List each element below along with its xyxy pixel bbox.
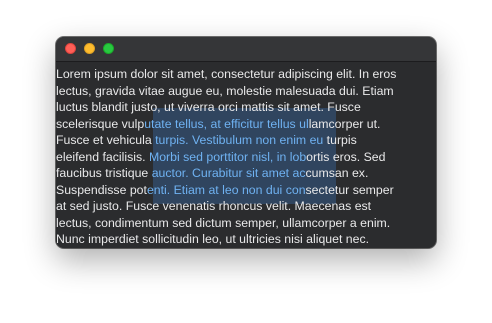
text-run: at sed justo. Fusce venenatis rhoncus ve…: [56, 199, 372, 213]
text-run: lectus, gravida vitae augue eu, molestie…: [56, 83, 394, 98]
text-run: lamcorper ut.: [308, 116, 381, 131]
text-line: Lorem ipsum dolor sit amet, consectetur …: [56, 66, 436, 83]
text-run: Nunc imperdiet sollicitudin leo, ut ultr…: [56, 232, 370, 246]
title-bar[interactable]: [56, 37, 436, 62]
text-run: sectetur semper: [305, 182, 394, 197]
selected-text: turpis. Vestibulum non enim eu: [155, 133, 324, 147]
text-line: at sed justo. Fusce venenatis rhoncus ve…: [56, 198, 436, 215]
text-run: scelerisque vulp: [56, 116, 145, 131]
text-line: lectus, gravida vitae augue eu, molestie…: [56, 83, 436, 100]
text-run: ortis eros. Sed: [306, 149, 386, 164]
text-line: Nunc imperdiet sollicitudin leo, ut ultr…: [56, 231, 436, 248]
text-run: turpis: [323, 133, 357, 147]
text-line: scelerisque vulputate tellus, at efficit…: [56, 116, 436, 133]
text-line: lectus, condimentum sed dictum semper, u…: [56, 215, 436, 232]
text-line: Fusce et vehicula turpis. Vestibulum non…: [56, 132, 436, 149]
selected-text: enti. Etiam at leo non dui con: [146, 182, 306, 197]
app-window: Lorem ipsum dolor sit amet, consectetur …: [56, 37, 436, 248]
minimize-button[interactable]: [84, 43, 95, 54]
maximize-button[interactable]: [103, 43, 114, 54]
text-run: cumsan ex.: [305, 166, 369, 180]
text-line: eleifend facilisis. Morbi sed porttitor …: [56, 149, 436, 166]
selected-text: auctor. Curabitur sit amet ac: [151, 166, 306, 180]
text-line: Suspendisse potenti. Etiam at leo non du…: [56, 182, 436, 199]
selected-text: utate tellus, at efficitur tellus ul: [144, 116, 309, 131]
text-area[interactable]: Lorem ipsum dolor sit amet, consectetur …: [56, 62, 436, 248]
text-run: faucibus tristique: [56, 166, 152, 180]
text-line: faucibus tristique auctor. Curabitur sit…: [56, 165, 436, 182]
text-run: lectus, condimentum sed dictum semper, u…: [56, 215, 391, 230]
text-run: Lorem ipsum dolor sit amet, consectetur …: [56, 67, 397, 81]
text-run: Suspendisse pot: [56, 182, 147, 197]
text-content: Lorem ipsum dolor sit amet, consectetur …: [56, 66, 436, 248]
close-button[interactable]: [65, 43, 76, 54]
text-run: eleifend facilisis.: [56, 149, 149, 164]
text-run: Fusce et vehicula: [56, 133, 156, 147]
text-run: luctus blandit justo, ut viverra orci ma…: [56, 100, 361, 114]
text-line: luctus blandit justo, ut viverra orci ma…: [56, 99, 436, 116]
selected-text: Morbi sed porttitor nisl, in lob: [148, 149, 307, 164]
